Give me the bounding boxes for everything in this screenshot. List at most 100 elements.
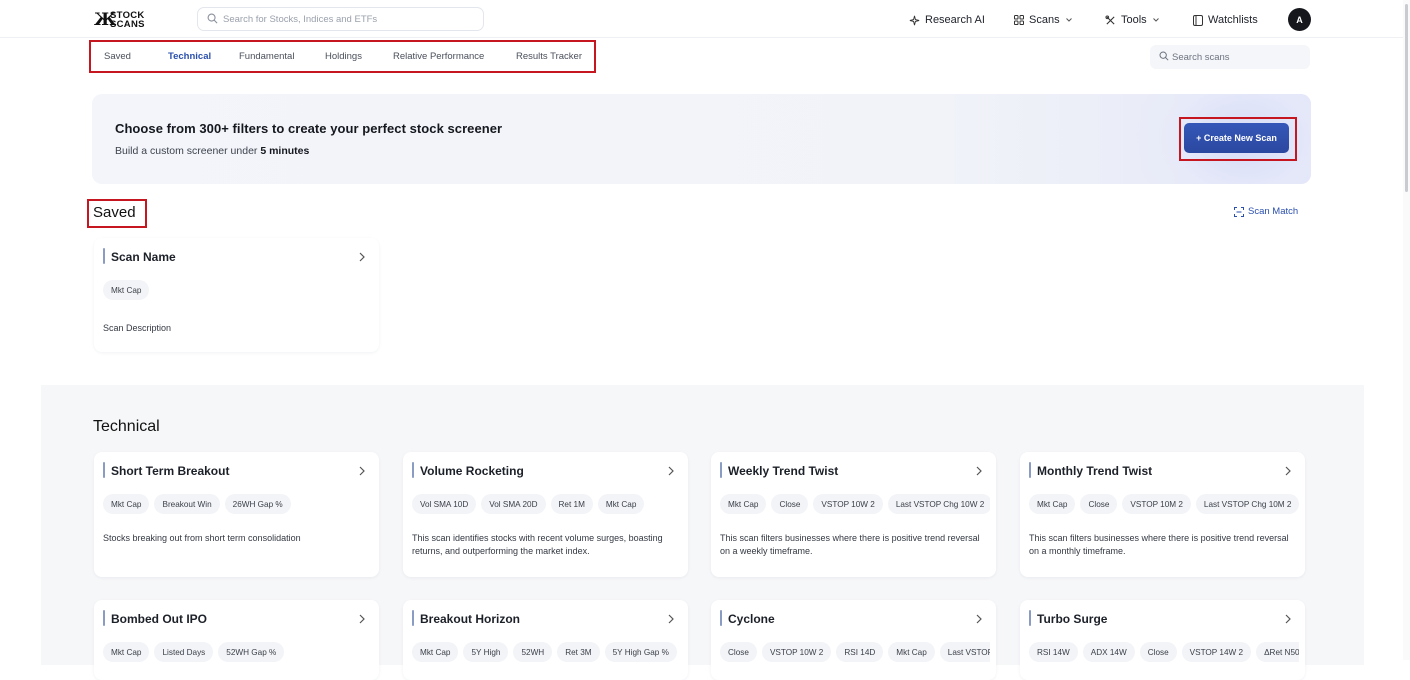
- scan-card-bombed-out-ipo[interactable]: Bombed Out IPO Mkt Cap Listed Days 52WH …: [94, 600, 379, 680]
- chevron-right-icon[interactable]: [667, 465, 675, 477]
- tab-fundamental[interactable]: Fundamental: [239, 51, 294, 62]
- chevron-right-icon[interactable]: [358, 251, 366, 263]
- chevron-right-icon[interactable]: [975, 465, 983, 477]
- card-tags: Vol SMA 10D Vol SMA 20D Ret 1M Mkt Cap: [412, 494, 682, 514]
- filter-tag: Mkt Cap: [888, 642, 935, 662]
- filter-tag: Last VSTOP Chg 10W 2: [887, 494, 990, 514]
- card-accent-bar: [1029, 610, 1031, 626]
- chevron-down-icon: [1152, 18, 1159, 22]
- filter-tag: Mkt Cap: [1029, 494, 1076, 514]
- filter-tag: Close: [1139, 642, 1177, 662]
- filter-tag: Last VSTOP Chg 10M 2: [1195, 494, 1299, 514]
- chevron-right-icon[interactable]: [975, 613, 983, 625]
- card-title: Monthly Trend Twist: [1037, 464, 1153, 478]
- sparkle-icon: [909, 15, 920, 25]
- page-scrollbar[interactable]: [1403, 0, 1410, 660]
- card-description: This scan identifies stocks with recent …: [412, 533, 663, 556]
- tab-saved[interactable]: Saved: [104, 51, 131, 62]
- filter-tag: Last VSTOP: [939, 642, 990, 662]
- filter-tag: RSI 14D: [836, 642, 884, 662]
- search-icon: [1159, 51, 1169, 61]
- card-description: Stocks breaking out from short term cons…: [103, 533, 301, 543]
- card-accent-bar: [720, 610, 722, 626]
- create-scan-banner: [92, 94, 1311, 184]
- filter-tag: Mkt Cap: [412, 642, 459, 662]
- card-accent-bar: [103, 610, 105, 626]
- nav-scans-label: Scans: [1029, 14, 1060, 26]
- scan-frame-icon: [1234, 206, 1244, 217]
- nav-research-ai[interactable]: Research AI: [909, 12, 985, 28]
- card-tags: Mkt Cap 5Y High 52WH Ret 3M 5Y High Gap …: [412, 642, 682, 662]
- card-title: Cyclone: [728, 612, 775, 626]
- filter-tag: Mkt Cap: [597, 494, 645, 514]
- card-accent-bar: [1029, 462, 1031, 478]
- scan-card-turbo-surge[interactable]: Turbo Surge RSI 14W ADX 14W Close VSTOP …: [1020, 600, 1305, 680]
- create-new-scan-button[interactable]: + Create New Scan: [1184, 123, 1289, 153]
- filter-tag: 5Y High: [463, 642, 509, 662]
- chevron-right-icon[interactable]: [1284, 465, 1292, 477]
- scan-match-button[interactable]: Scan Match: [1234, 206, 1298, 217]
- card-title: Turbo Surge: [1037, 612, 1108, 626]
- tab-technical[interactable]: Technical: [168, 51, 211, 62]
- filter-tag: VSTOP 10M 2: [1122, 494, 1191, 514]
- card-tags: Mkt Cap Close VSTOP 10M 2 Last VSTOP Chg…: [1029, 494, 1299, 514]
- filter-tag: 5Y High Gap %: [604, 642, 677, 662]
- user-avatar[interactable]: A: [1288, 8, 1311, 31]
- global-search-input[interactable]: [223, 11, 473, 27]
- stockscans-logo[interactable]: Ж STOCK SCANS: [94, 9, 160, 31]
- banner-subtitle: Build a custom screener under 5 minutes: [115, 145, 310, 157]
- scrollbar-thumb[interactable]: [1405, 4, 1408, 192]
- scan-card-breakout-horizon[interactable]: Breakout Horizon Mkt Cap 5Y High 52WH Re…: [403, 600, 688, 680]
- card-description: This scan filters businesses where there…: [720, 533, 980, 556]
- filter-tag: Mkt Cap: [103, 494, 150, 514]
- filter-tag: ΔRet N500: [1256, 642, 1299, 662]
- tab-holdings[interactable]: Holdings: [325, 51, 362, 62]
- banner-title: Choose from 300+ filters to create your …: [115, 121, 503, 136]
- grid-icon: [1014, 15, 1024, 25]
- card-tags: RSI 14W ADX 14W Close VSTOP 14W 2 ΔRet N…: [1029, 642, 1299, 662]
- filter-tag: 26WH Gap %: [224, 494, 291, 514]
- tab-relative-performance[interactable]: Relative Performance: [393, 51, 484, 62]
- card-tags: Mkt Cap Close VSTOP 10W 2 Last VSTOP Chg…: [720, 494, 990, 514]
- nav-watchlists-label: Watchlists: [1208, 14, 1258, 26]
- filter-tag: VSTOP 14W 2: [1181, 642, 1252, 662]
- scan-search-input[interactable]: [1172, 49, 1302, 65]
- nav-watchlists[interactable]: Watchlists: [1193, 12, 1258, 28]
- card-title: Volume Rocketing: [420, 464, 524, 478]
- saved-scan-card[interactable]: Scan Name Mkt Cap Scan Description: [94, 238, 379, 352]
- chevron-right-icon[interactable]: [667, 613, 675, 625]
- tab-results-tracker[interactable]: Results Tracker: [516, 51, 582, 62]
- card-title: Short Term Breakout: [111, 464, 230, 478]
- nav-tools[interactable]: Tools: [1105, 12, 1160, 28]
- scan-card-short-term-breakout[interactable]: Short Term Breakout Mkt Cap Breakout Win…: [94, 452, 379, 577]
- card-title: Scan Name: [111, 250, 176, 264]
- filter-tag: VSTOP 10W 2: [813, 494, 883, 514]
- scan-match-label: Scan Match: [1248, 206, 1299, 217]
- card-description: This scan filters businesses where there…: [1029, 533, 1289, 556]
- scan-card-monthly-trend-twist[interactable]: Monthly Trend Twist Mkt Cap Close VSTOP …: [1020, 452, 1305, 577]
- filter-tag: Listed Days: [154, 642, 214, 662]
- chevron-right-icon[interactable]: [358, 613, 366, 625]
- filter-tag: Close: [1080, 494, 1118, 514]
- card-accent-bar: [412, 610, 414, 626]
- scan-search-box[interactable]: [1150, 45, 1310, 69]
- chevron-right-icon[interactable]: [358, 465, 366, 477]
- card-tags: Mkt Cap Listed Days 52WH Gap %: [103, 642, 373, 662]
- filter-tag: VSTOP 10W 2: [761, 642, 832, 662]
- bookmark-list-icon: [1193, 14, 1203, 26]
- filter-tag: Vol SMA 10D: [412, 494, 477, 514]
- nav-scans[interactable]: Scans: [1014, 12, 1073, 28]
- chevron-right-icon[interactable]: [1284, 613, 1292, 625]
- card-accent-bar: [412, 462, 414, 478]
- logo-text: STOCK SCANS: [110, 10, 145, 30]
- filter-tag: Mkt Cap: [103, 280, 150, 300]
- scan-card-volume-rocketing[interactable]: Volume Rocketing Vol SMA 10D Vol SMA 20D…: [403, 452, 688, 577]
- scan-card-cyclone[interactable]: Cyclone Close VSTOP 10W 2 RSI 14D Mkt Ca…: [711, 600, 996, 680]
- filter-tag: Ret 1M: [550, 494, 593, 514]
- scan-card-weekly-trend-twist[interactable]: Weekly Trend Twist Mkt Cap Close VSTOP 1…: [711, 452, 996, 577]
- card-title: Breakout Horizon: [420, 612, 521, 626]
- card-tags: Mkt Cap: [103, 280, 373, 300]
- filter-tag: Breakout Win: [154, 494, 220, 514]
- global-search-box[interactable]: [197, 7, 484, 31]
- filter-tag: 52WH: [513, 642, 553, 662]
